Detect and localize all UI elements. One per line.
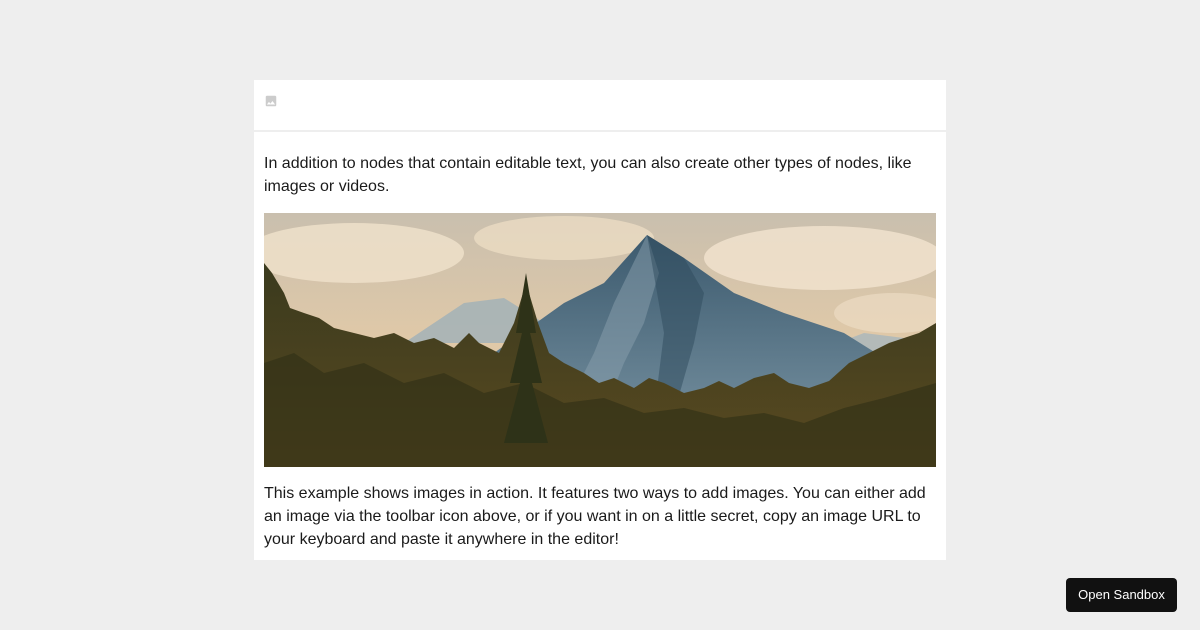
intro-paragraph[interactable]: In addition to nodes that contain editab… xyxy=(264,152,936,198)
editor-toolbar xyxy=(254,80,946,132)
editor-content[interactable]: In addition to nodes that contain editab… xyxy=(254,132,946,551)
image-icon[interactable] xyxy=(264,94,278,108)
open-sandbox-button[interactable]: Open Sandbox xyxy=(1066,578,1177,612)
description-paragraph[interactable]: This example shows images in action. It … xyxy=(264,482,936,551)
mountain-landscape-image[interactable] xyxy=(264,213,936,467)
editor-container: In addition to nodes that contain editab… xyxy=(254,80,946,560)
